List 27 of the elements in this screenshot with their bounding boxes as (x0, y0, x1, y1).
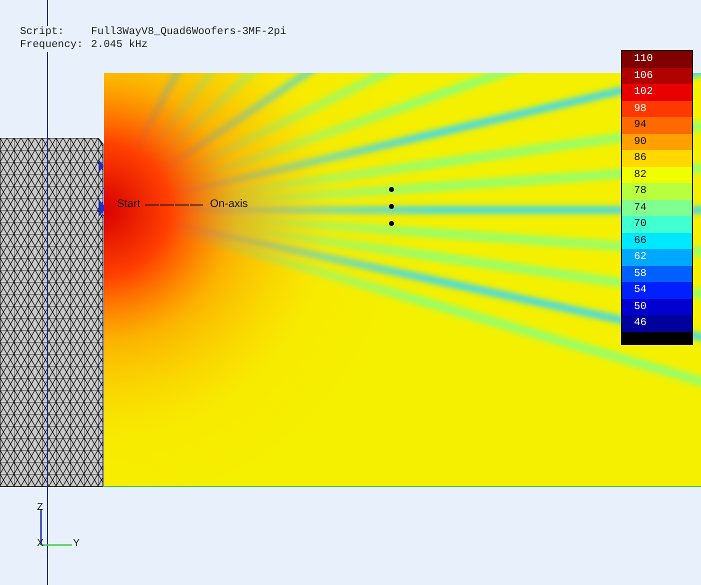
start-label: Start (117, 198, 140, 210)
legend-value: 46 (622, 315, 692, 332)
marker-dot (389, 204, 394, 209)
legend-value: 102 (622, 84, 692, 100)
legend-value: 94 (622, 117, 692, 134)
legend-value: 82 (622, 166, 692, 183)
legend-value: 54 (622, 282, 692, 298)
legend-value: 78 (622, 183, 692, 200)
legend-value: 90 (622, 134, 692, 150)
x-axis-label: X (37, 538, 44, 549)
legend-value: 110 (622, 51, 692, 68)
legend-value: 70 (622, 216, 692, 232)
y-axis-label: Y (73, 538, 80, 549)
script-name: Full3WayV8_Quad6Woofers-3MF-2pi (91, 26, 286, 39)
legend-value: 66 (622, 232, 692, 249)
legend-value: 106 (622, 68, 692, 84)
marker-dot (389, 187, 394, 192)
legend-value: 62 (622, 249, 692, 266)
legend-value: 58 (622, 266, 692, 282)
legend-value: 98 (622, 100, 692, 117)
on-axis-label: On-axis (210, 198, 248, 210)
legend-value: 74 (622, 200, 692, 216)
z-axis-label: Z (37, 502, 44, 513)
frequency-label: Frequency: (20, 39, 84, 52)
legend-value: 86 (622, 150, 692, 166)
legend-value: 50 (622, 298, 692, 315)
marker-dot (389, 221, 394, 226)
